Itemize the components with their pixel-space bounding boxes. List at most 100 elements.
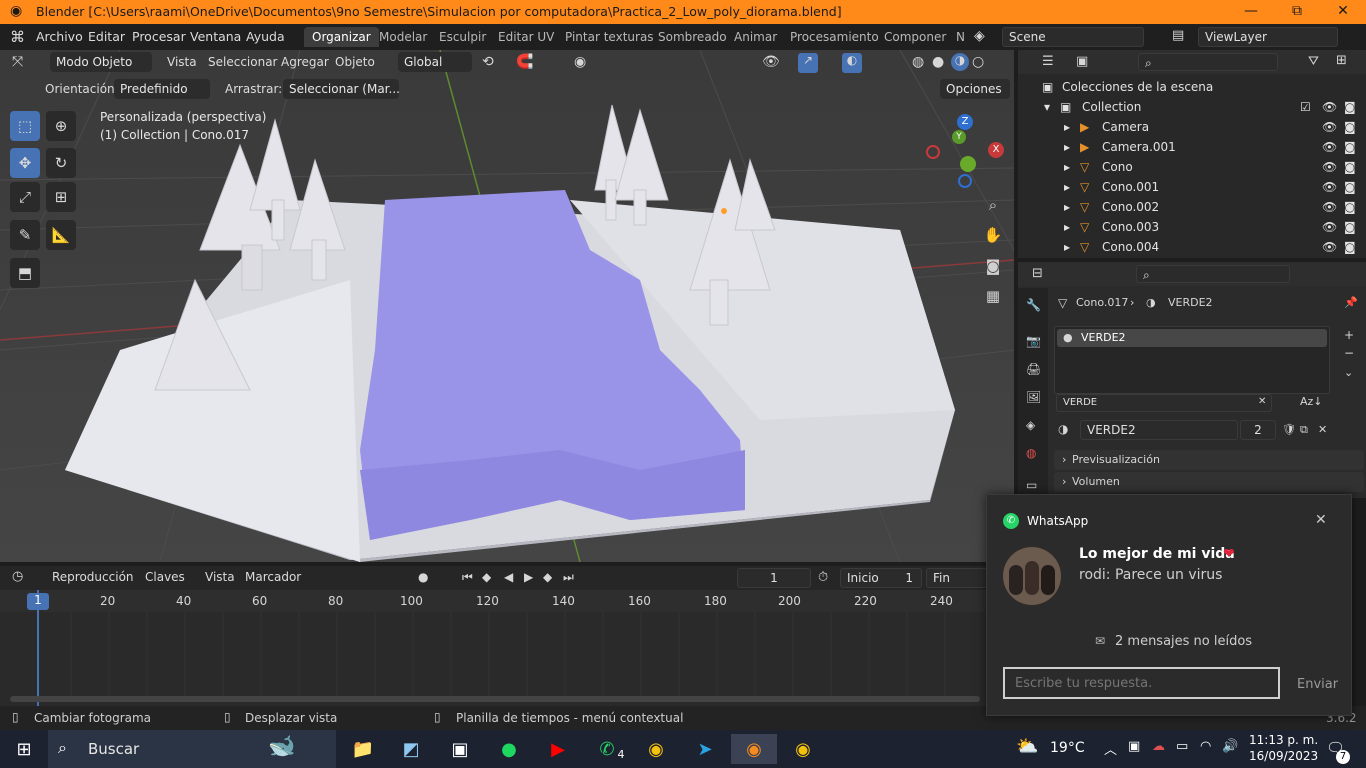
tab-componer[interactable]: Componer	[876, 27, 954, 47]
outliner-item[interactable]: ▸ ▽ Cono.002 👁 ◙	[1018, 197, 1366, 217]
blender-taskbar-icon[interactable]: ◉	[731, 734, 777, 764]
tab-pintar-texturas[interactable]: Pintar texturas	[557, 27, 662, 47]
add-cube-icon[interactable]: ⬒	[10, 258, 40, 288]
checkbox-icon[interactable]: ☑	[1300, 100, 1311, 114]
scene-collection-row[interactable]: ▣ Colecciones de la escena	[1018, 77, 1366, 97]
move-icon[interactable]: ✥	[10, 148, 40, 178]
browse-material-icon[interactable]: ◑	[1058, 422, 1068, 436]
wifi-icon[interactable]: ◠	[1200, 739, 1211, 754]
expand-icon[interactable]: ▸	[1064, 140, 1070, 154]
properties-search-input[interactable]: ⌕	[1136, 265, 1290, 283]
menu-claves[interactable]: Claves	[145, 570, 185, 584]
object-tab-icon[interactable]: ▭	[1026, 478, 1037, 492]
tab-modelar[interactable]: Modelar	[371, 27, 435, 47]
material-shading-icon[interactable]: ◑	[951, 53, 969, 71]
snap-icon[interactable]: 🧲	[516, 54, 533, 70]
clock-date[interactable]: 16/09/2023	[1249, 749, 1318, 763]
unlink-material-icon[interactable]: ✕	[1318, 423, 1327, 436]
disney-plus-icon[interactable]: ▣	[442, 734, 478, 764]
tab-animar[interactable]: Animar	[726, 27, 785, 47]
world-tab-icon[interactable]: ◍	[1026, 446, 1036, 460]
mode-dropdown[interactable]: Modo Objeto	[50, 52, 152, 72]
record-icon[interactable]: ●	[418, 570, 428, 584]
cursor-icon[interactable]: ⊕	[46, 111, 76, 141]
timeline-scrollbar[interactable]	[10, 696, 980, 702]
menu-editar[interactable]: Editar	[88, 29, 125, 44]
outliner-item[interactable]: ▸ ▽ Cono.004 👁 ◙	[1018, 237, 1366, 257]
maximize-button[interactable]: ⧉	[1274, 0, 1320, 24]
3d-viewport[interactable]: Personalizada (perspectiva) (1) Collecti…	[0, 50, 1014, 562]
add-slot-icon[interactable]: +	[1344, 328, 1354, 342]
orientation-dropdown[interactable]: Predefinido	[114, 79, 210, 99]
transform-icon[interactable]: ⊞	[46, 182, 76, 212]
tab-sombreado[interactable]: Sombreado	[650, 27, 735, 47]
tab-esculpir[interactable]: Esculpir	[431, 27, 494, 47]
windows-start-icon[interactable]: ⊞	[6, 734, 42, 764]
gizmo-z[interactable]: Z	[957, 114, 973, 130]
sort-alpha-icon[interactable]: Az↓	[1300, 395, 1323, 408]
camera-render-icon[interactable]: ◙	[1344, 220, 1356, 234]
eye-icon[interactable]: 👁	[1322, 220, 1337, 234]
jump-start-icon[interactable]: ⏮	[462, 570, 473, 585]
chrome-icon[interactable]: ◉	[638, 734, 674, 764]
gizmo-toggle-icon[interactable]: ↗	[798, 53, 818, 73]
camera-render-icon[interactable]: ◙	[1344, 160, 1356, 174]
outliner-item[interactable]: ▸ ▽ Cono.003 👁 ◙	[1018, 217, 1366, 237]
current-frame-field[interactable]: 1	[737, 568, 811, 588]
eye-icon[interactable]: 👁	[1322, 240, 1337, 254]
camera-render-icon[interactable]: ◙	[1344, 180, 1356, 194]
display-mode-icon[interactable]: ▣	[1076, 54, 1088, 69]
solid-shading-icon[interactable]: ●	[932, 54, 944, 70]
duplicate-material-icon[interactable]: ⧉	[1300, 423, 1308, 437]
reply-input[interactable]	[1003, 667, 1280, 699]
tab-editar-uv[interactable]: Editar UV	[490, 27, 562, 47]
properties-editor-icon[interactable]: ⊟	[1032, 266, 1043, 281]
expand-icon[interactable]: ▸	[1064, 180, 1070, 194]
gizmo-x[interactable]: X	[988, 142, 1004, 158]
eye-icon[interactable]: 👁	[1322, 100, 1337, 114]
youtube-icon[interactable]: ▶	[540, 734, 576, 764]
weather-temp[interactable]: 19°C	[1050, 740, 1085, 756]
camera-render-icon[interactable]: ◙	[1344, 240, 1356, 254]
output-tab-icon[interactable]: 🖨	[1026, 362, 1041, 376]
drag-dropdown[interactable]: Seleccionar (Mar...	[283, 79, 400, 99]
close-button[interactable]: ✕	[1320, 0, 1366, 24]
options-dropdown[interactable]: Opciones	[940, 79, 1010, 99]
menu-procesar[interactable]: Procesar	[132, 29, 186, 44]
eye-icon[interactable]: 👁	[1322, 180, 1337, 194]
visibility-icon[interactable]: 👁	[762, 54, 780, 70]
editor-type-icon[interactable]: ⤧	[12, 54, 23, 70]
view-layer-tab-icon[interactable]: 🖼	[1026, 390, 1041, 404]
notepad-icon[interactable]: ◩	[393, 734, 429, 764]
fake-user-icon[interactable]: 🛡	[1282, 423, 1296, 436]
blender-menu-icon[interactable]: ⌘	[10, 28, 25, 46]
wireframe-shading-icon[interactable]: ◍	[912, 54, 924, 70]
material-users-count[interactable]: 2	[1240, 420, 1276, 440]
expand-icon[interactable]: ▸	[1064, 120, 1070, 134]
menu-vista-timeline[interactable]: Vista	[205, 570, 235, 584]
play-icon[interactable]: ▶	[524, 570, 533, 584]
send-button[interactable]: Enviar	[1297, 677, 1338, 692]
scene-tab-icon[interactable]: ◈	[1026, 418, 1035, 432]
timeline-editor-icon[interactable]: ◷	[12, 569, 23, 584]
material-filter-input[interactable]: VERDE	[1056, 394, 1272, 412]
minimize-button[interactable]: —	[1228, 0, 1274, 24]
tab-procesamiento[interactable]: Procesamiento	[782, 27, 887, 47]
start-frame-field[interactable]: Inicio 1	[840, 568, 922, 588]
tab-organizar[interactable]: Organizar	[304, 27, 379, 47]
eye-icon[interactable]: 👁	[1322, 160, 1337, 174]
prev-keyframe-icon[interactable]: ◆	[482, 570, 491, 584]
new-collection-icon[interactable]: ⊞	[1336, 53, 1347, 68]
pin-icon[interactable]: 📌	[1344, 296, 1358, 309]
camera-render-icon[interactable]: ◙	[1344, 200, 1356, 214]
outliner-item[interactable]: ▸ ▽ Cono.001 👁 ◙	[1018, 177, 1366, 197]
volume-icon[interactable]: 🔊	[1222, 739, 1238, 754]
menu-ayuda[interactable]: Ayuda	[246, 29, 285, 44]
gizmo-neg-y[interactable]	[960, 156, 976, 172]
outliner-item[interactable]: ▸ ▶ Camera.001 👁 ◙	[1018, 137, 1366, 157]
eye-icon[interactable]: 👁	[1322, 200, 1337, 214]
clock-time[interactable]: 11:13 p. m.	[1249, 733, 1318, 747]
camera-render-icon[interactable]: ◙	[1344, 140, 1356, 154]
navigation-gizmo[interactable]: Z Y X	[924, 112, 1004, 192]
stopwatch-icon[interactable]: ⏱	[818, 570, 828, 585]
